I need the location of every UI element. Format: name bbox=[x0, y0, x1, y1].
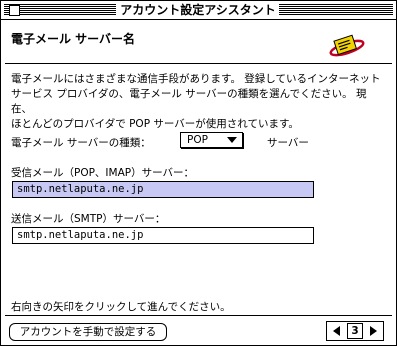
title-bar-stripes-left bbox=[4, 4, 116, 16]
footer-hint: 右向きの矢印をクリックして進んでください。 bbox=[11, 301, 231, 313]
incoming-server-label: 受信メール（POP、IMAP）サーバー： bbox=[11, 167, 194, 179]
server-type-suffix: サーバー bbox=[267, 137, 309, 149]
close-box-icon[interactable] bbox=[9, 5, 20, 16]
next-arrow-icon[interactable] bbox=[366, 324, 380, 338]
header-divider bbox=[5, 63, 392, 64]
server-type-label: 電子メール サーバーの種類： bbox=[11, 137, 151, 149]
title-bar[interactable]: アカウント設定アシスタント bbox=[1, 1, 396, 20]
outgoing-server-field[interactable]: smtp.netlaputa.ne.jp bbox=[12, 227, 314, 244]
incoming-server-value: smtp.netlaputa.ne.jp bbox=[17, 183, 144, 195]
outgoing-server-label: 送信メール（SMTP）サーバー： bbox=[11, 213, 166, 225]
window-title: アカウント設定アシスタント bbox=[119, 3, 277, 18]
previous-arrow-icon[interactable] bbox=[330, 324, 344, 338]
page-number: 3 bbox=[347, 323, 363, 339]
assistant-window: アカウント設定アシスタント 電子メール サーバー名 電子メールにはさまざまな通信… bbox=[0, 0, 397, 346]
chevron-down-icon bbox=[227, 137, 237, 143]
page-navigator: 3 bbox=[326, 321, 384, 341]
server-type-value: POP bbox=[187, 134, 208, 146]
title-bar-stripes-right bbox=[279, 4, 393, 16]
intro-line: サービス プロバイダの、電子メール サーバーの種類を選んでください。 現在、 bbox=[11, 88, 367, 115]
mail-envelope-icon bbox=[329, 34, 365, 57]
manual-setup-button[interactable]: アカウントを手動で設定する bbox=[9, 323, 167, 341]
footer-divider bbox=[5, 315, 392, 316]
outgoing-server-value: smtp.netlaputa.ne.jp bbox=[17, 229, 144, 241]
intro-line: 電子メールにはさまざまな通信手段があります。 登録しているインターネット bbox=[11, 73, 381, 85]
incoming-server-field[interactable]: smtp.netlaputa.ne.jp bbox=[12, 181, 314, 198]
intro-line: ほとんどのプロバイダで POP サーバーが使用されています。 bbox=[11, 118, 299, 130]
section-header: 電子メール サーバー名 bbox=[1, 21, 396, 62]
page-title: 電子メール サーバー名 bbox=[11, 32, 136, 46]
intro-text: 電子メールにはさまざまな通信手段があります。 登録しているインターネット サービ… bbox=[11, 72, 386, 132]
server-type-popup[interactable]: POP bbox=[180, 132, 243, 148]
